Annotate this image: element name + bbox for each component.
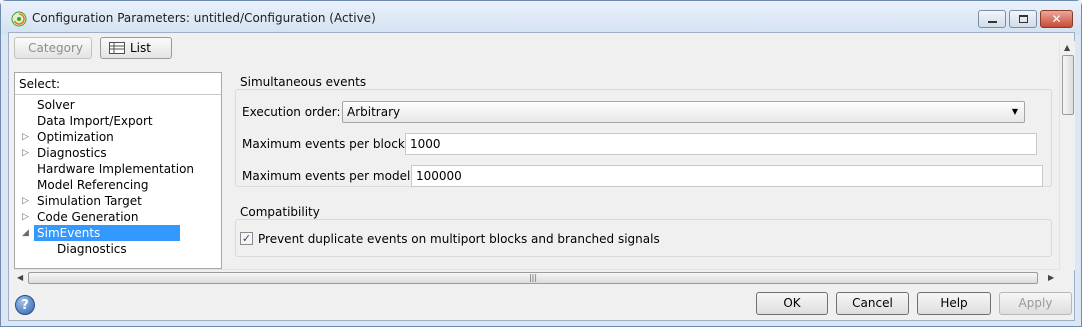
max-events-model-input[interactable]: 100000	[411, 165, 1043, 187]
max-events-model-label: Maximum events per model:	[242, 169, 415, 183]
maximize-button[interactable]	[1009, 10, 1037, 28]
simultaneous-events-title: Simultaneous events	[240, 75, 367, 89]
scroll-up-icon[interactable]: ▲	[1064, 43, 1070, 52]
tree-item[interactable]: ◢ SimEvents	[15, 225, 221, 241]
cancel-button[interactable]: Cancel	[836, 292, 909, 315]
apply-button[interactable]: Apply	[999, 292, 1072, 315]
minimize-icon	[987, 21, 997, 23]
tree-item[interactable]: Data Import/Export	[15, 113, 221, 129]
expand-arrow-icon[interactable]: ▷	[22, 193, 32, 209]
ok-button[interactable]: OK	[756, 292, 828, 315]
tree-item-label: Data Import/Export	[37, 114, 153, 128]
expand-arrow-icon[interactable]: ▷	[22, 209, 32, 225]
tree-item-label: Diagnostics	[37, 146, 107, 160]
tree-header: Select:	[15, 73, 221, 95]
simulink-app-icon	[11, 11, 27, 27]
title-bar[interactable]: Configuration Parameters: untitled/Confi…	[1, 1, 1081, 35]
expand-arrow-icon[interactable]: ▷	[22, 129, 32, 145]
dialog-client-area: Category List Select: Solver Data Import/…	[8, 32, 1075, 321]
window-title: Configuration Parameters: untitled/Confi…	[32, 11, 376, 25]
tree-item[interactable]: ▷ Code Generation	[15, 209, 221, 225]
category-view-label: Category	[28, 41, 83, 55]
help-button[interactable]: Help	[917, 292, 991, 315]
prevent-duplicate-checkbox[interactable]: ✓	[240, 232, 253, 245]
category-view-button[interactable]: Category	[14, 37, 92, 59]
tree-item-label: Code Generation	[37, 210, 139, 224]
tree-item[interactable]: Model Referencing	[15, 177, 221, 193]
tree-list: Solver Data Import/Export ▷ Optimization ▷ Di…	[15, 95, 221, 257]
tree-item[interactable]: Diagnostics	[15, 241, 221, 257]
simevents-settings-panel: Simultaneous events Execution order: Arb…	[231, 72, 1058, 269]
tree-item-label: Optimization	[37, 130, 114, 144]
prevent-duplicate-label: Prevent duplicate events on multiport bl…	[258, 232, 660, 246]
list-view-icon	[109, 42, 125, 54]
tree-item-label: Simulation Target	[37, 194, 142, 208]
scroll-right-icon[interactable]: ▶	[1048, 273, 1054, 282]
list-view-button[interactable]: List	[100, 37, 172, 59]
dropdown-arrow-icon: ▼	[1011, 107, 1018, 116]
dialog-window: Configuration Parameters: untitled/Confi…	[0, 0, 1082, 327]
tree-item[interactable]: ▷ Diagnostics	[15, 145, 221, 161]
tree-item-label: Diagnostics	[57, 242, 127, 256]
vertical-scroll-thumb[interactable]	[1062, 55, 1074, 115]
tree-item[interactable]: ▷ Simulation Target	[15, 193, 221, 209]
collapse-arrow-icon[interactable]: ◢	[22, 225, 32, 241]
execution-order-label: Execution order:	[242, 105, 341, 119]
execution-order-dropdown[interactable]: Arbitrary ▼	[342, 101, 1025, 123]
maximize-icon	[1018, 15, 1028, 23]
expand-arrow-icon[interactable]: ▷	[22, 145, 32, 161]
vertical-scrollbar[interactable]: ▲	[1059, 41, 1075, 270]
tree-item[interactable]: Solver	[15, 97, 221, 113]
tree-item[interactable]: Hardware Implementation	[15, 161, 221, 177]
minimize-button[interactable]	[978, 10, 1006, 28]
compatibility-title: Compatibility	[240, 205, 320, 219]
horizontal-scrollbar[interactable]: ◀ ||| ▶	[14, 269, 1058, 285]
category-tree[interactable]: Select: Solver Data Import/Export ▷ Optimiz…	[14, 72, 222, 269]
list-view-label: List	[130, 41, 151, 55]
tree-item[interactable]: ▷ Optimization	[15, 129, 221, 145]
close-button[interactable]: ✕	[1040, 10, 1073, 28]
close-icon: ✕	[1051, 12, 1062, 26]
scroll-left-icon[interactable]: ◀	[17, 273, 23, 282]
tree-item-label: Model Referencing	[37, 178, 149, 192]
max-events-block-input[interactable]: 1000	[405, 133, 1037, 155]
max-events-block-label: Maximum events per block:	[242, 137, 409, 151]
horizontal-scroll-thumb[interactable]: |||	[28, 272, 1038, 284]
help-icon[interactable]: ?	[15, 295, 35, 315]
tree-item-label: SimEvents	[34, 225, 181, 241]
tree-item-label: Solver	[37, 98, 75, 112]
execution-order-value: Arbitrary	[347, 105, 401, 119]
tree-item-label: Hardware Implementation	[37, 162, 195, 176]
